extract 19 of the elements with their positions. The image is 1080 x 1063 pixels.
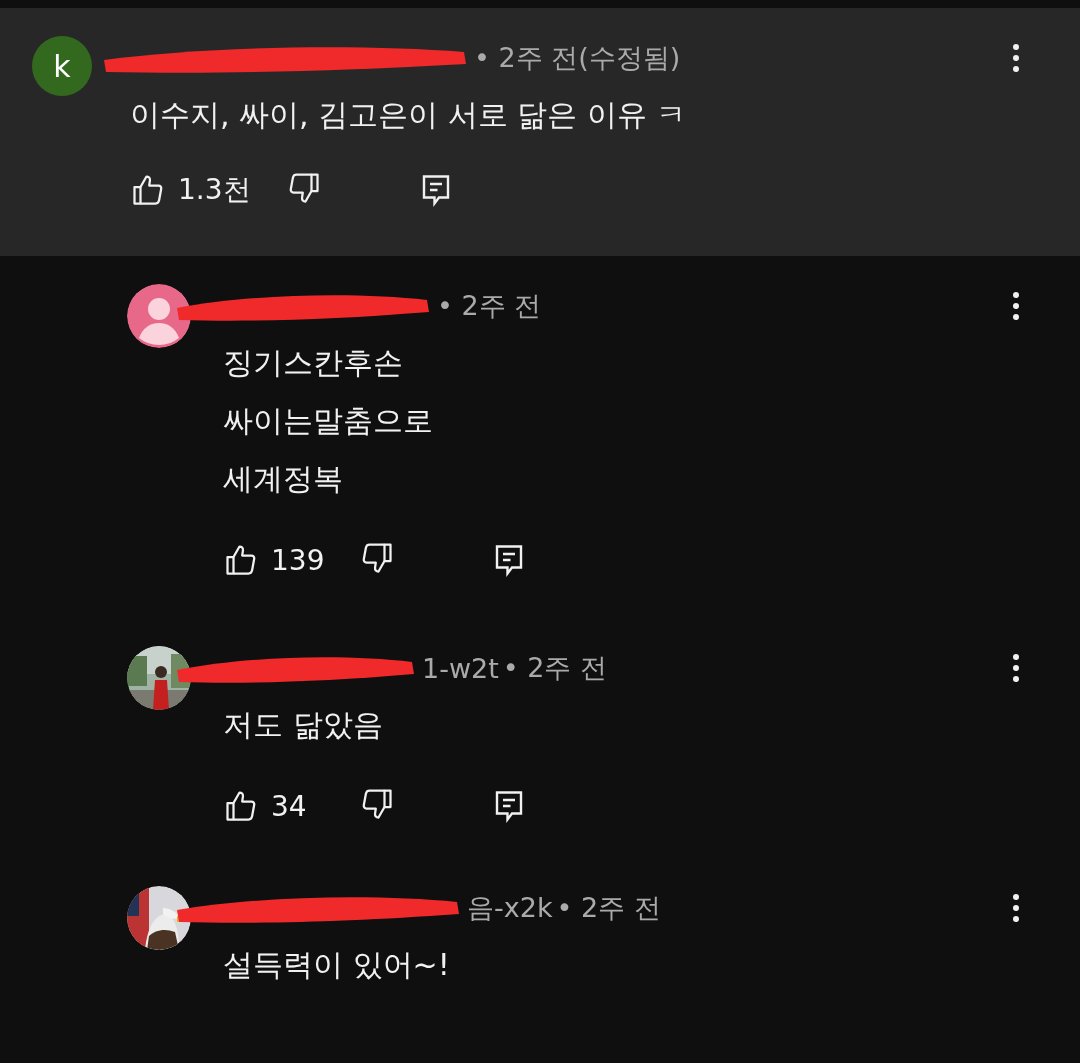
more-menu-icon[interactable] — [1012, 43, 1020, 73]
like-count: 139 — [271, 543, 326, 577]
avatar[interactable]: k — [32, 36, 92, 96]
comment-text: 저도 닮았음 — [223, 706, 384, 744]
like-count: 1.3천 — [178, 172, 252, 208]
author-name[interactable]: 1-w2t — [422, 652, 499, 684]
comment-time: • 2주 전 — [556, 891, 661, 925]
avatar-icon[interactable] — [127, 284, 191, 348]
more-menu-icon[interactable] — [1012, 653, 1020, 683]
author-name[interactable]: 음-x2k — [467, 890, 553, 926]
like-count: 34 — [271, 789, 308, 823]
more-menu-icon[interactable] — [1012, 893, 1020, 923]
comment-text: 징기스칸후손 싸이는말춤으로 세계정복 — [223, 344, 434, 498]
comment-text: 이수지, 싸이, 김고은이 서로 닮은 이유 ㅋ — [130, 96, 688, 134]
comment-time: • 2주 전(수정됨) — [474, 41, 681, 75]
comment-time: • 2주 전 — [502, 651, 608, 685]
more-menu-icon[interactable] — [1012, 291, 1020, 321]
comment-text: 설득력이 있어~! — [223, 946, 451, 984]
comment-time: • 2주 전 — [437, 289, 542, 323]
